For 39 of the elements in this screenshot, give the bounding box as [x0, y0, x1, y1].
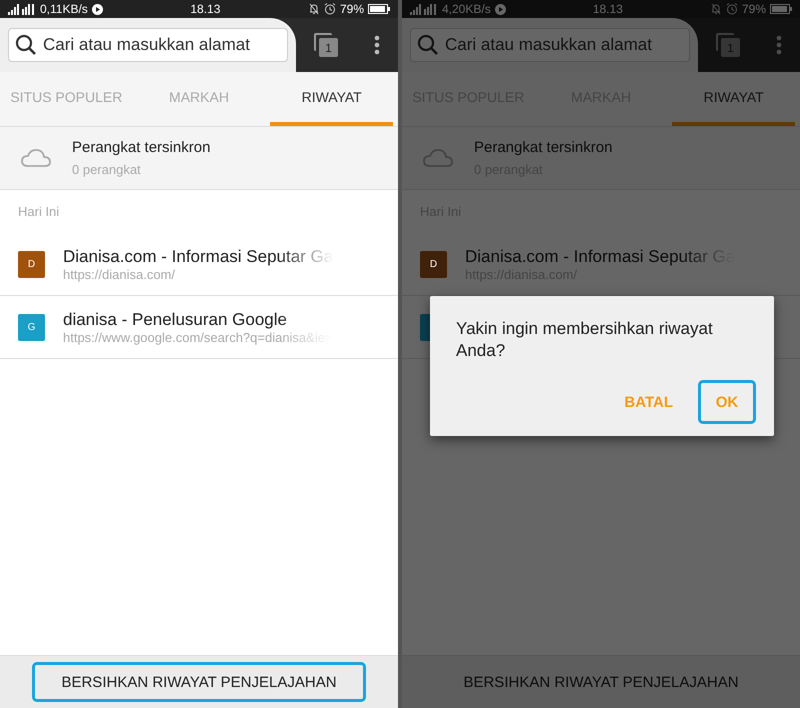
- history-url: https://dianisa.com/: [63, 266, 176, 282]
- battery-icon: [368, 4, 390, 14]
- site-favicon: D: [420, 250, 447, 278]
- search-icon: [417, 34, 439, 56]
- clock-time: 18.13: [592, 2, 623, 16]
- search-field[interactable]: Cari atau masukkan alamat: [410, 28, 690, 62]
- synced-devices-title: Perangkat tersinkron: [474, 139, 612, 156]
- synced-devices-count: 0 perangkat: [72, 162, 142, 177]
- battery-icon: [770, 4, 792, 14]
- bell-off-icon: [710, 3, 722, 15]
- synced-devices-title: Perangkat tersinkron: [72, 139, 210, 156]
- tab[interactable]: SITUS POPULER: [5, 72, 128, 126]
- bell-off-icon: [308, 3, 320, 15]
- history-title[interactable]: Dianisa.com - Informasi Seputar Ga: [63, 246, 334, 266]
- network-speed: 0,11KB/s: [40, 2, 88, 16]
- play-icon: [494, 4, 506, 14]
- section-header: Hari Ini: [17, 203, 60, 221]
- dialog-button[interactable]: BATAL: [611, 380, 686, 424]
- play-icon: [92, 4, 103, 14]
- alarm-icon: [324, 3, 336, 15]
- signal-icon: [410, 4, 438, 14]
- clock-time: 18.13: [190, 2, 220, 16]
- clear-history-button[interactable]: BERSIHKAN RIWAYAT PENJELAJAHAN: [32, 662, 366, 702]
- battery-percent: 79%: [340, 2, 364, 16]
- alarm-icon: [726, 3, 738, 15]
- signal-icon: [8, 4, 36, 14]
- battery-percent: 79%: [742, 2, 766, 16]
- cloud-icon: [21, 148, 51, 168]
- site-favicon: D: [18, 250, 45, 278]
- dialog-message: Yakin ingin membersihkan riwayat Anda?: [456, 318, 714, 362]
- network-speed: 4,20KB/s: [442, 2, 491, 16]
- history-title[interactable]: dianisa - Penelusuran Google: [63, 310, 333, 330]
- tab[interactable]: MARKAH: [138, 72, 260, 126]
- cloud-icon: [423, 148, 453, 168]
- dialog-button[interactable]: OK: [698, 380, 756, 424]
- menu-icon[interactable]: [374, 35, 380, 55]
- site-favicon: G: [18, 314, 45, 340]
- search-icon: [15, 34, 37, 56]
- search-field[interactable]: Cari atau masukkan alamat: [8, 28, 288, 62]
